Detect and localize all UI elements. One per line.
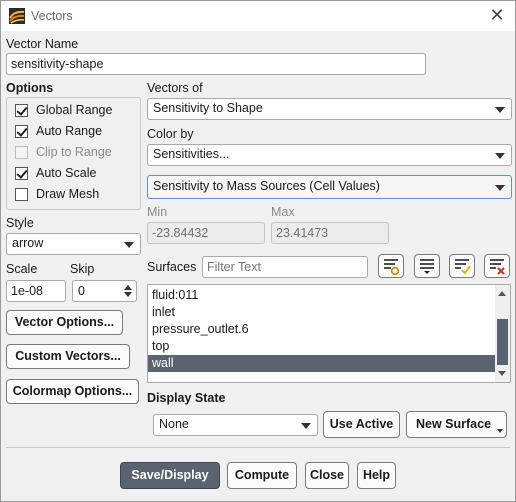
colormap-options-button[interactable]: Colormap Options... (6, 379, 139, 404)
fluent-app-icon (9, 8, 25, 24)
select-all-icon (455, 259, 471, 275)
display-state-value: None (159, 417, 189, 431)
surfaces-scrollbar[interactable] (495, 285, 510, 382)
chevron-down-icon (124, 242, 134, 248)
scroll-thumb[interactable] (497, 319, 508, 365)
vectors-of-dropdown[interactable]: Sensitivity to Shape (147, 98, 512, 120)
custom-vectors-button[interactable]: Custom Vectors... (6, 344, 130, 369)
display-state-dropdown[interactable]: None (153, 414, 318, 436)
vectors-dialog: Vectors ✕ Vector Name sensitivity-shape … (0, 0, 516, 502)
checkbox-box (15, 146, 28, 159)
chevron-down-icon (495, 107, 505, 113)
title-bar: Vectors ✕ (1, 1, 515, 31)
filter-icon (384, 259, 400, 276)
vectors-of-label: Vectors of (147, 81, 203, 95)
display-state-label: Display State (147, 391, 226, 405)
new-surface-label: New Surface (415, 417, 492, 431)
skip-stepper[interactable]: 0 (72, 280, 137, 302)
checkbox-box (15, 188, 28, 201)
style-label: Style (6, 216, 34, 230)
checkbox-label: Auto Range (36, 124, 103, 138)
checkbox-label: Draw Mesh (36, 187, 100, 201)
surfaces-list[interactable]: fluid:011 inlet pressure_outlet.6 top wa… (147, 284, 511, 383)
spin-down-icon[interactable] (124, 292, 132, 297)
min-label: Min (147, 205, 168, 219)
scale-input[interactable]: 1e-08 (6, 280, 66, 302)
select-all-button[interactable] (449, 254, 475, 278)
list-item[interactable]: fluid:011 (148, 287, 496, 304)
color-by-category-value: Sensitivities... (153, 147, 230, 161)
chevron-down-icon (301, 423, 311, 429)
surfaces-label: Surfaces (147, 260, 197, 274)
max-label: Max (271, 205, 295, 219)
list-item[interactable]: wall (148, 355, 496, 372)
list-options-button[interactable] (414, 254, 440, 278)
list-item[interactable]: pressure_outlet.6 (148, 321, 496, 338)
min-field: -23.84432 (147, 222, 265, 244)
options-label: Options (6, 81, 54, 95)
scale-label: Scale (6, 262, 38, 276)
skip-label: Skip (70, 262, 95, 276)
list-item[interactable]: inlet (148, 304, 496, 321)
checkbox-box (15, 167, 28, 180)
max-field: 23.41473 (271, 222, 389, 244)
checkbox-box (15, 125, 28, 138)
help-button[interactable]: Help (357, 462, 396, 489)
vectors-of-value: Sensitivity to Shape (153, 101, 263, 115)
filter-list-button[interactable] (378, 254, 404, 278)
scroll-down-icon[interactable] (498, 371, 506, 376)
checkbox-label: Global Range (36, 103, 113, 117)
window-title: Vectors (31, 9, 73, 23)
chevron-down-icon (495, 153, 505, 159)
dropdown-caret-icon (497, 429, 503, 433)
list-item[interactable]: top (148, 338, 496, 355)
options-group: Global Range Auto Range Clip to Range Au… (6, 97, 141, 210)
save-display-button[interactable]: Save/Display (120, 462, 220, 489)
close-button[interactable]: Close (305, 462, 349, 489)
scroll-up-icon[interactable] (498, 291, 506, 296)
color-by-label: Color by (147, 127, 194, 141)
color-by-field-dropdown[interactable]: Sensitivity to Mass Sources (Cell Values… (147, 175, 512, 199)
style-value: arrow (12, 236, 44, 250)
vector-options-button[interactable]: Vector Options... (6, 310, 123, 335)
use-active-button[interactable]: Use Active (323, 411, 400, 438)
surfaces-filter-input[interactable] (202, 256, 368, 278)
color-by-category-dropdown[interactable]: Sensitivities... (147, 144, 512, 166)
vector-name-label: Vector Name (6, 37, 79, 51)
style-dropdown[interactable]: arrow (6, 233, 141, 255)
spin-up-icon[interactable] (124, 285, 132, 290)
checkbox-box (15, 104, 28, 117)
checkbox-label: Clip to Range (36, 145, 112, 159)
new-surface-button[interactable]: New Surface (406, 411, 507, 438)
deselect-all-button[interactable] (484, 254, 510, 278)
deselect-all-icon (490, 259, 505, 275)
footer-divider (6, 447, 510, 448)
color-by-field-value: Sensitivity to Mass Sources (Cell Values… (153, 179, 380, 193)
vector-name-input[interactable]: sensitivity-shape (6, 53, 426, 75)
skip-value: 0 (78, 284, 85, 298)
close-icon[interactable]: ✕ (487, 5, 507, 25)
chevron-down-icon (495, 185, 505, 191)
compute-button[interactable]: Compute (227, 462, 297, 489)
list-dropdown-icon (420, 259, 434, 274)
checkbox-label: Auto Scale (36, 166, 97, 180)
